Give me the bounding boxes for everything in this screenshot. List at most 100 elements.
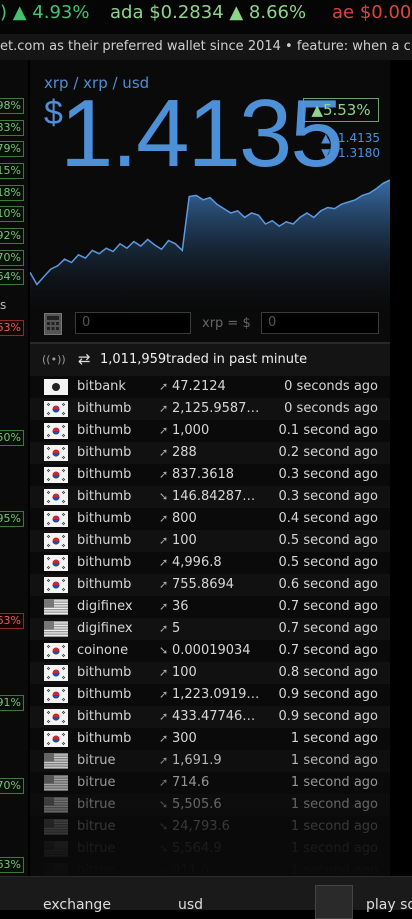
coin-change-badge[interactable]: 95%: [0, 511, 24, 527]
trade-row: bithumb ➚ 300 1 second ago: [30, 728, 390, 750]
coin-change-badge[interactable]: 50%: [0, 430, 24, 446]
coin-change-badge[interactable]: 70%: [0, 250, 24, 266]
south-korea-flag-icon: [44, 709, 68, 725]
ticker-item: ae $0.00: [332, 2, 412, 23]
japan-flag-icon: [44, 379, 68, 395]
currency-selector[interactable]: usd: [178, 897, 203, 913]
exchange-name: bithumb: [77, 577, 132, 592]
trade-row: bithumb ➚ 100 0.8 second ago: [30, 662, 390, 684]
trade-amount: 837.3618: [172, 467, 235, 482]
trade-row: bithumb ➚ 433.47746… 0.9 second ago: [30, 706, 390, 728]
arrow-up-icon: ➚: [159, 754, 169, 767]
coin-change-badge[interactable]: 63%: [0, 857, 24, 873]
exchange-name: bithumb: [77, 533, 132, 548]
usd-amount-input[interactable]: 0: [261, 312, 379, 334]
trade-time: 0.4 second ago: [278, 511, 378, 526]
arrow-up-icon: ➚: [159, 446, 169, 459]
south-korea-flag-icon: [44, 643, 68, 659]
exchange-name: bithumb: [77, 467, 132, 482]
chart-area: [30, 180, 390, 310]
coin-change-badge[interactable]: 83%: [0, 120, 24, 136]
coin-change-badge[interactable]: 92%: [0, 228, 24, 244]
change-badge: ▲5.53%: [303, 98, 379, 122]
exchange-name: digifinex: [77, 621, 133, 636]
usa-flag-icon: [44, 775, 68, 791]
trade-row: coinone ➘ 0.00019034 0.7 second ago: [30, 640, 390, 662]
south-korea-flag-icon: [44, 731, 68, 747]
trade-count-label: traded in past minute: [166, 352, 308, 367]
coin-change-badge[interactable]: 15%: [0, 163, 24, 179]
trade-time: 0.9 second ago: [278, 687, 378, 702]
trade-amount: 100: [172, 665, 197, 680]
trade-amount: 47.2124: [172, 379, 226, 394]
right-strip: [390, 60, 412, 910]
coin-change-badge[interactable]: 63%: [0, 613, 24, 629]
exchange-name: bithumb: [77, 555, 132, 570]
trade-row: digifinex ➚ 36 0.7 second ago: [30, 596, 390, 618]
coin-change-badge[interactable]: 70%: [0, 778, 24, 794]
exchange-name: bitrue: [77, 753, 116, 768]
arrow-up-icon: ➚: [159, 556, 169, 569]
coin-panel: xrp / xrp / usd $ 1.4135 ▲5.53% ▲$1.4135…: [30, 60, 390, 910]
exchange-name: bithumb: [77, 511, 132, 526]
calculator-icon[interactable]: [44, 313, 62, 335]
exchange-selector[interactable]: exchange: [43, 897, 111, 913]
trade-amount: 800: [172, 511, 197, 526]
play-sound-label[interactable]: play so: [366, 897, 412, 913]
sound-toggle-button[interactable]: [315, 885, 353, 919]
exchange-name: coinone: [77, 643, 129, 658]
coin-change-badge[interactable]: 79%: [0, 141, 24, 157]
coin-change-badge[interactable]: 64%: [0, 269, 24, 285]
coin-change-badge[interactable]: s: [0, 298, 6, 312]
arrow-up-icon: ➚: [159, 688, 169, 701]
coin-change-badge[interactable]: 98%: [0, 98, 24, 114]
trade-time: 1 second ago: [290, 731, 378, 746]
arrow-up-icon: ➚: [159, 380, 169, 393]
coin-change-badge[interactable]: 10%: [0, 206, 24, 222]
arrow-up-icon: ➚: [159, 512, 169, 525]
trade-row: bithumb ➚ 755.8694 0.6 second ago: [30, 574, 390, 596]
trade-amount: 4,996.8: [172, 555, 222, 570]
arrow-up-icon: ➚: [159, 578, 169, 591]
trade-amount: 5: [172, 621, 181, 636]
arrow-up-icon: ➚: [159, 402, 169, 415]
trade-amount: 300: [172, 731, 197, 746]
exchange-name: bithumb: [77, 665, 132, 680]
left-coin-strip[interactable]: 98% 83% 79% 15% 18% 10% 92% 70% 64% s 63% 50% 95% 63%…: [0, 60, 28, 910]
trade-time: 1 second ago: [290, 753, 378, 768]
high-price: ▲$1.4135: [321, 131, 380, 145]
trade-row: bithumb ➚ 800 0.4 second ago: [30, 508, 390, 530]
trade-time: 0.7 second ago: [278, 599, 378, 614]
exchange-name: bithumb: [77, 731, 132, 746]
trade-amount: 1,223.0919…: [172, 687, 260, 702]
bottom-bar: exchange usd play so: [0, 876, 412, 919]
broadcast-icon: ((•)): [42, 353, 66, 366]
trade-row: bithumb ➚ 2,125.9587… 0 seconds ago: [30, 398, 390, 420]
arrow-up-icon: ➚: [159, 424, 169, 437]
trade-time: 0.5 second ago: [278, 555, 378, 570]
trade-amount: 2,125.9587…: [172, 401, 260, 416]
south-korea-flag-icon: [44, 401, 68, 417]
south-korea-flag-icon: [44, 445, 68, 461]
coin-change-badge[interactable]: 63%: [0, 320, 24, 336]
exchange-name: bithumb: [77, 489, 132, 504]
trade-amount: 1,000: [172, 423, 210, 438]
trade-row: bithumb ➚ 1,223.0919… 0.9 second ago: [30, 684, 390, 706]
trade-time: 0 seconds ago: [284, 401, 378, 416]
trade-time: 0.7 second ago: [278, 621, 378, 636]
trade-time: 0 seconds ago: [284, 379, 378, 394]
arrow-up-icon: ➚: [159, 600, 169, 613]
conversion-label: xrp = $: [202, 316, 251, 331]
trade-row: bithumb ➚ 4,996.8 0.5 second ago: [30, 552, 390, 574]
price-chart: [30, 179, 390, 310]
exchange-name: bithumb: [77, 687, 132, 702]
trade-row: bithumb ➘ 146.84287… 0.3 second ago: [30, 486, 390, 508]
coin-change-badge[interactable]: 91%: [0, 695, 24, 711]
arrow-up-icon: ➚: [159, 666, 169, 679]
south-korea-flag-icon: [44, 467, 68, 483]
crypto-amount-input[interactable]: 0: [75, 312, 191, 334]
arrow-up-icon: ➚: [159, 534, 169, 547]
coin-change-badge[interactable]: 18%: [0, 185, 24, 201]
arrow-up-icon: ➚: [159, 468, 169, 481]
trade-row: bithumb ➚ 1,000 0.1 second ago: [30, 420, 390, 442]
